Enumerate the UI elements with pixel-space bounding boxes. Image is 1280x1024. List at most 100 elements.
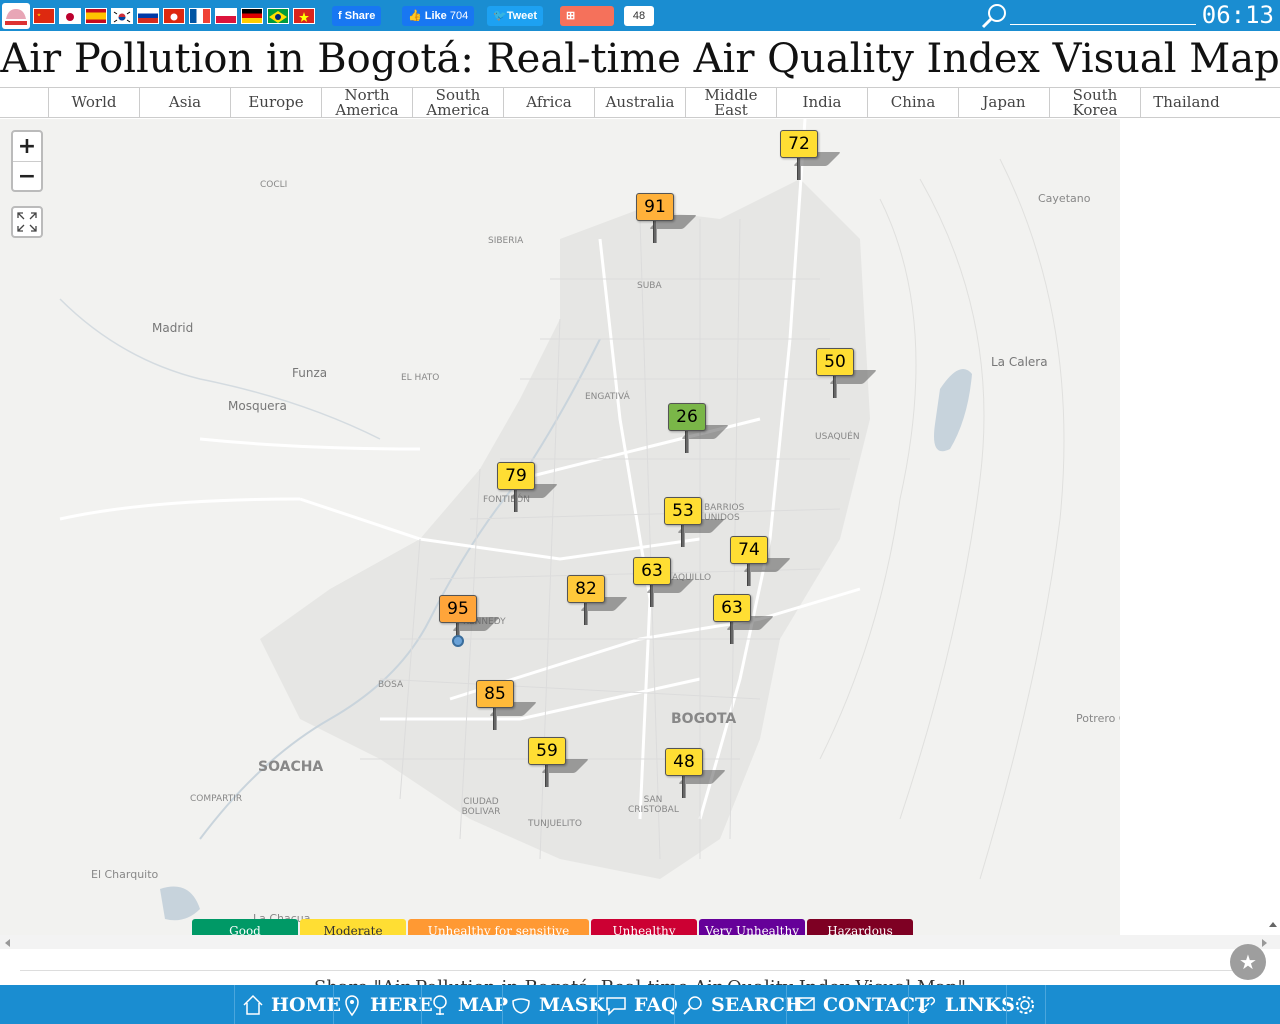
nav-map-label: MAP [458, 993, 509, 1016]
place-label: SOACHA [258, 759, 324, 775]
place-label: SIBERIA [488, 236, 524, 246]
place-label: Mosquera [228, 399, 287, 413]
page-title: Air Pollution in Bogotá: Real-time Air Q… [0, 36, 1280, 82]
china-flag-icon[interactable] [33, 8, 55, 24]
aqi-station-marker[interactable]: 63 [713, 594, 774, 646]
aqi-value: 91 [636, 193, 674, 221]
aqi-value: 53 [664, 497, 702, 525]
aqi-legend: Good Moderate Unhealthy for sensitive gr… [192, 919, 915, 935]
region-tab-japan[interactable]: Japan [959, 88, 1050, 117]
facebook-share-label: Share [344, 10, 376, 22]
nav-here[interactable]: HERE [333, 985, 433, 1024]
region-tab-asia[interactable]: Asia [140, 88, 231, 117]
addthis-share-button[interactable]: ⊞ Share [560, 6, 614, 42]
germany-flag-icon[interactable] [241, 8, 263, 24]
region-tab-china[interactable]: China [868, 88, 959, 117]
nav-home[interactable]: HOME [234, 985, 341, 1024]
marker-pole [584, 603, 588, 625]
aqi-value: 63 [713, 594, 751, 622]
nav-faq-label: FAQ [634, 993, 678, 1016]
mask-icon [512, 997, 530, 1014]
region-tab-thailand[interactable]: Thailand [1141, 88, 1232, 117]
aqi-station-marker[interactable]: 26 [668, 403, 729, 455]
aqi-station-marker[interactable]: 72 [780, 130, 841, 182]
russia-flag-icon[interactable] [137, 8, 159, 24]
aqi-station-marker[interactable]: 48 [665, 748, 726, 800]
nav-settings[interactable] [1006, 985, 1046, 1024]
poland-flag-icon[interactable] [215, 8, 237, 24]
nav-mask-label: MASK [539, 993, 606, 1016]
place-label: EL HATO [401, 373, 440, 383]
aqi-station-marker[interactable]: 53 [664, 497, 725, 549]
aqicn-logo-icon[interactable] [2, 3, 30, 29]
aqi-value: 59 [528, 737, 566, 765]
gear-icon [1016, 995, 1034, 1014]
aqi-station-marker[interactable]: 91 [636, 193, 697, 245]
place-label: La Calera [991, 355, 1048, 369]
aqi-station-marker[interactable]: 74 [730, 536, 791, 588]
marker-pole [682, 776, 686, 798]
marker-pole [797, 158, 801, 180]
home-icon [243, 994, 263, 1015]
aqi-value: 95 [439, 595, 477, 623]
region-tab-south-america[interactable]: South America [413, 87, 504, 117]
search-icon [683, 995, 702, 1015]
facebook-like-button[interactable]: 👍 Like 704 [402, 6, 475, 26]
favorite-star-icon[interactable]: ★ [1230, 944, 1266, 980]
marker-pole [650, 585, 654, 607]
france-flag-icon[interactable] [189, 8, 211, 24]
horizontal-scrollbar[interactable] [0, 935, 1280, 949]
region-tab-australia[interactable]: Australia [595, 88, 686, 117]
aqi-value: 82 [567, 575, 605, 603]
aqi-station-marker[interactable]: 50 [816, 348, 877, 400]
nav-faq[interactable]: FAQ [597, 985, 678, 1024]
place-label: Cayetano [1038, 192, 1091, 205]
region-nav: World Asia Europe North America South Am… [0, 87, 1280, 118]
search-input[interactable] [1010, 24, 1196, 25]
nav-map[interactable]: MAP [421, 985, 508, 1024]
region-tab-africa[interactable]: Africa [504, 88, 595, 117]
region-tab-india[interactable]: India [777, 88, 868, 117]
aqi-value: 72 [780, 130, 818, 158]
tweet-button[interactable]: 🐦Tweet [487, 6, 544, 26]
place-label: SUBA [637, 281, 662, 291]
vietnam-flag-icon[interactable] [293, 8, 315, 24]
aqi-value: 26 [668, 403, 706, 431]
aqi-value: 63 [633, 557, 671, 585]
map-pin-icon [433, 994, 447, 1015]
aqi-station-marker[interactable]: 79 [497, 462, 558, 514]
japan-flag-icon[interactable] [59, 8, 81, 24]
hong-kong-flag-icon[interactable] [163, 8, 185, 24]
region-tab-world[interactable]: World [49, 88, 140, 117]
facebook-share-button[interactable]: f Share [332, 6, 382, 26]
place-label: BOGOTA [671, 711, 737, 727]
region-tab-north-america[interactable]: North America [322, 87, 413, 117]
aqi-map[interactable]: + − Cayetano COCLI SIBERIA SUBA Madrid F… [0, 119, 1120, 935]
aqi-station-marker[interactable]: 59 [528, 737, 589, 789]
legend-good: Good [192, 919, 298, 935]
nav-spacer [0, 88, 49, 117]
marker-pole [493, 708, 497, 730]
fullscreen-button[interactable] [11, 206, 43, 238]
region-tab-south-korea[interactable]: South Korea [1050, 87, 1141, 117]
right-panel [1120, 119, 1268, 935]
nav-search[interactable]: SEARCH [674, 985, 803, 1024]
aqi-station-marker[interactable]: 85 [476, 680, 537, 732]
nav-mask[interactable]: MASK [502, 985, 605, 1024]
zoom-out-button[interactable]: − [13, 161, 41, 190]
brazil-flag-icon[interactable] [267, 8, 289, 24]
nav-links[interactable]: LINKS [908, 985, 1015, 1024]
region-tab-middle-east[interactable]: Middle East [686, 87, 777, 117]
zoom-control: + − [11, 130, 43, 192]
marker-pole [833, 376, 837, 398]
zoom-in-button[interactable]: + [13, 132, 41, 161]
place-label: USAQUÉN [815, 432, 860, 442]
spain-flag-icon[interactable] [85, 8, 107, 24]
aqi-station-marker[interactable]: 82 [567, 575, 628, 627]
korea-flag-icon[interactable] [111, 8, 133, 24]
share-count-badge: 48 [624, 6, 654, 26]
search-icon[interactable] [980, 3, 1008, 33]
region-tab-europe[interactable]: Europe [231, 88, 322, 117]
aqi-station-marker[interactable]: 63 [633, 557, 694, 609]
place-label: COMPARTIR [190, 794, 243, 804]
